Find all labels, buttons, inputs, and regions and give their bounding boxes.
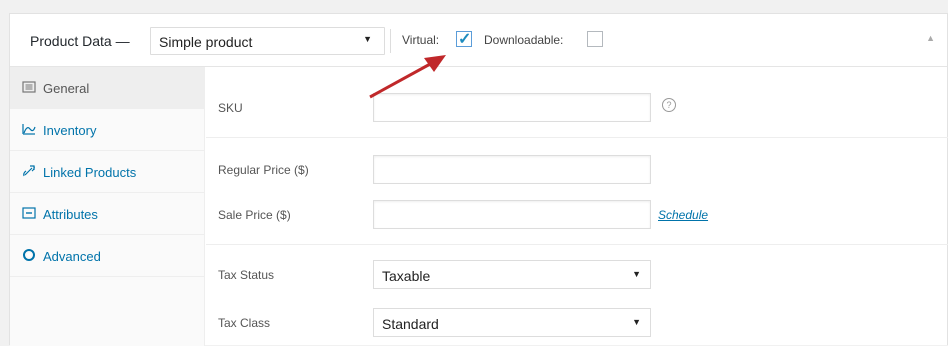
- product-data-header: Product Data — Simple product ▼ Virtual:…: [10, 14, 947, 67]
- tab-label: Attributes: [43, 207, 98, 222]
- product-type-select[interactable]: Simple product ▼: [150, 27, 385, 55]
- link-icon: [22, 164, 36, 178]
- chevron-down-icon: ▼: [632, 317, 641, 327]
- sku-input[interactable]: [373, 93, 651, 122]
- regular-price-input[interactable]: [373, 155, 651, 184]
- tab-inventory[interactable]: Inventory: [10, 109, 204, 151]
- tab-general[interactable]: General: [10, 67, 204, 109]
- panel-title: Product Data —: [30, 33, 130, 49]
- tax-status-value: Taxable: [382, 268, 431, 284]
- sale-price-label: Sale Price ($): [218, 208, 291, 222]
- help-icon[interactable]: ?: [662, 98, 676, 112]
- sku-label: SKU: [218, 101, 243, 115]
- tab-advanced[interactable]: Advanced: [10, 235, 204, 277]
- tax-class-value: Standard: [382, 316, 439, 332]
- checkmark-icon: ✓: [458, 31, 472, 48]
- collapse-toggle-icon[interactable]: ▲: [926, 33, 935, 43]
- tax-class-select[interactable]: Standard ▼: [373, 308, 651, 337]
- downloadable-label: Downloadable:: [484, 33, 564, 47]
- sale-price-input[interactable]: [373, 200, 651, 229]
- section-divider: [206, 137, 948, 138]
- chevron-down-icon: ▼: [632, 269, 641, 279]
- section-divider: [206, 244, 948, 245]
- tab-label: General: [43, 81, 90, 96]
- tax-class-label: Tax Class: [218, 316, 271, 330]
- schedule-link[interactable]: Schedule: [658, 208, 708, 222]
- chevron-down-icon: ▼: [363, 34, 372, 44]
- attributes-icon: [22, 206, 36, 220]
- downloadable-checkbox[interactable]: [587, 31, 603, 47]
- regular-price-label: Regular Price ($): [218, 163, 309, 177]
- general-icon: [22, 80, 36, 94]
- tab-label: Linked Products: [43, 165, 137, 180]
- product-data-tabs: General Inventory Linked Products Attrib…: [10, 67, 205, 346]
- gear-icon: [22, 248, 36, 262]
- tax-status-select[interactable]: Taxable ▼: [373, 260, 651, 289]
- product-type-value: Simple product: [159, 34, 253, 50]
- tax-status-label: Tax Status: [218, 268, 275, 282]
- tab-attributes[interactable]: Attributes: [10, 193, 204, 235]
- tab-linked-products[interactable]: Linked Products: [10, 151, 204, 193]
- inventory-icon: [22, 122, 36, 136]
- header-divider: [390, 29, 391, 53]
- virtual-label: Virtual:: [402, 33, 440, 47]
- product-data-panel: Product Data — Simple product ▼ Virtual:…: [9, 13, 948, 346]
- virtual-checkbox[interactable]: ✓: [456, 31, 472, 48]
- tab-label: Advanced: [43, 249, 101, 264]
- general-panel: SKU ? Regular Price ($) Sale Price ($) S…: [206, 67, 948, 346]
- tab-label: Inventory: [43, 123, 97, 138]
